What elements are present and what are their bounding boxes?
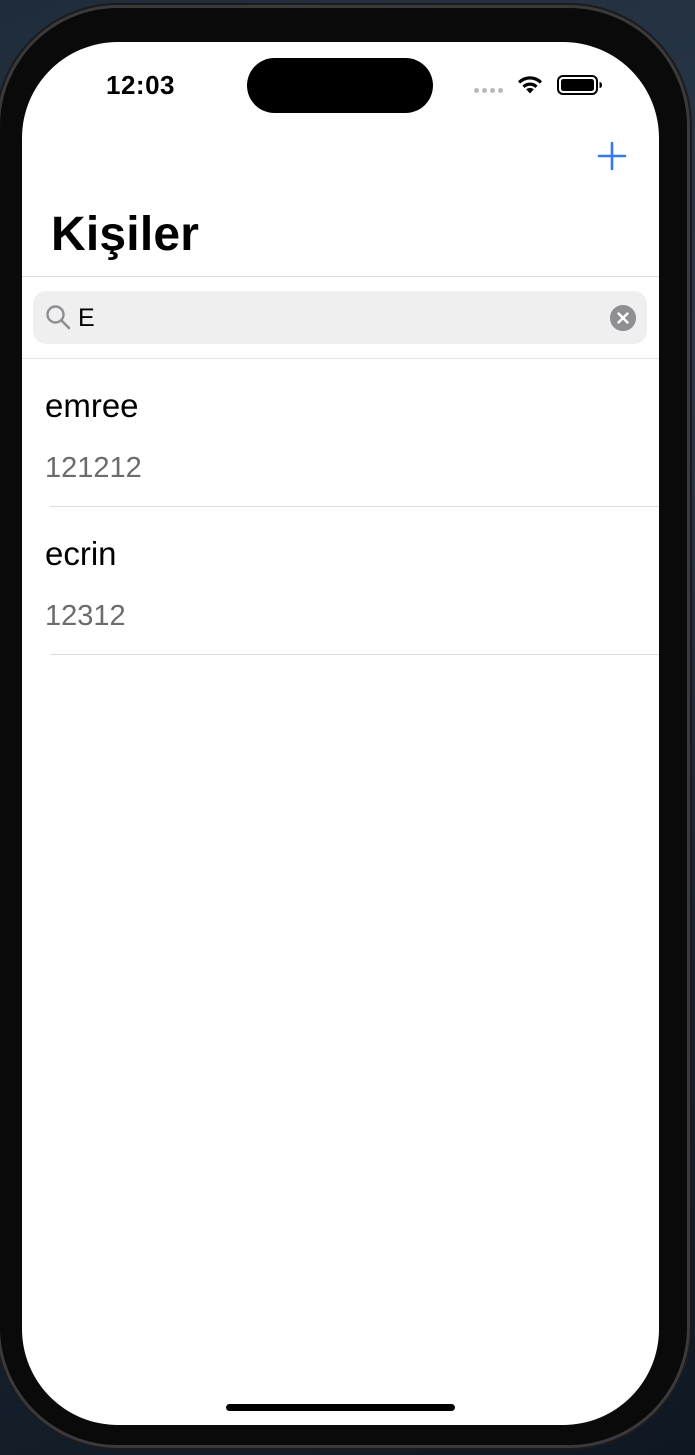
add-contact-button[interactable] <box>594 138 630 174</box>
contact-name: ecrin <box>45 535 117 572</box>
search-input[interactable] <box>78 299 598 337</box>
contact-list: emree 121212 ecrin 12312 <box>22 359 659 655</box>
status-time: 12:03 <box>106 70 175 100</box>
clear-search-button[interactable] <box>610 305 636 331</box>
contact-row[interactable]: emree 121212 <box>22 359 659 507</box>
home-indicator[interactable] <box>226 1404 455 1411</box>
contact-name: emree <box>45 387 139 424</box>
contact-phone: 121212 <box>45 452 142 484</box>
magnifying-glass-icon <box>46 305 71 330</box>
row-divider <box>50 654 659 655</box>
battery-full-icon <box>557 75 602 95</box>
contact-phone: 12312 <box>45 600 126 632</box>
wifi-icon <box>518 76 542 94</box>
page-title: Kişiler <box>51 208 200 261</box>
contact-row[interactable]: ecrin 12312 <box>22 507 659 655</box>
app-screen: 12:03 Kişiler E emree 121212 ecrin 12312 <box>22 42 659 1425</box>
cellular-signal-icon <box>474 88 503 93</box>
header-divider <box>22 276 659 277</box>
dynamic-island <box>247 58 433 113</box>
status-bar: 12:03 <box>22 42 659 132</box>
phone-frame: 12:03 Kişiler E emree 121212 ecrin 12312 <box>0 8 687 1445</box>
search-bar <box>33 291 647 344</box>
